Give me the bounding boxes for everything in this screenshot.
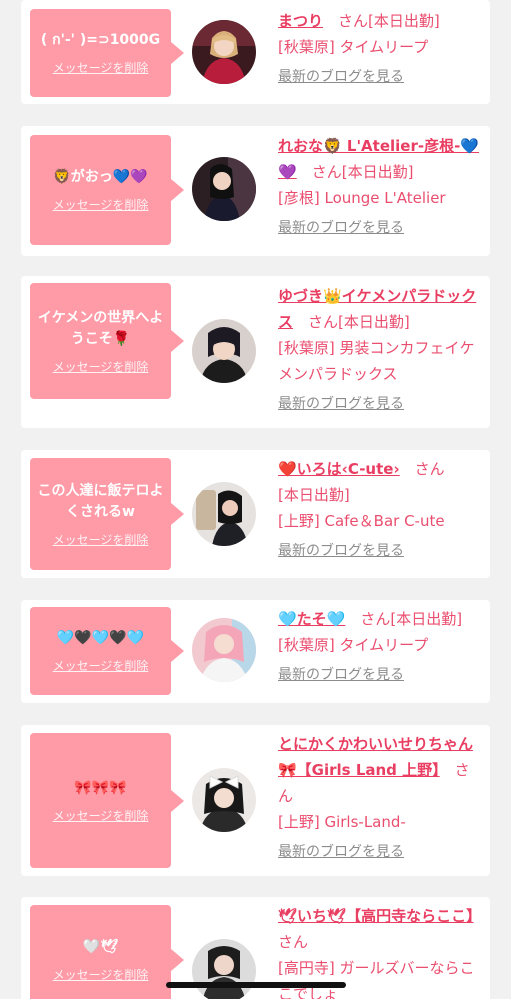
message-bubble: イケメンの世界へようこそ🌹 メッセージを削除 — [30, 283, 184, 399]
avatar[interactable] — [192, 618, 256, 682]
shop-name: [上野] Cafe＆Bar C-ute — [278, 512, 445, 530]
message-bubble: 🤍🕊 メッセージを削除 — [30, 905, 184, 999]
shop-name: [秋葉原] タイムリープ — [278, 636, 429, 654]
avatar[interactable] — [192, 482, 256, 546]
honorific: さん — [278, 933, 309, 951]
following-cast-list: ( ก'-' )=⊃1000G メッセージを削除 まつり さん[本日出勤] [秋… — [0, 0, 511, 999]
work-status: [本日出勤] — [338, 313, 410, 331]
cast-card: この人達に飯テロよくされるw メッセージを削除 ❤️いろは‹C-ute› さん … — [21, 450, 490, 578]
work-status: [本日出勤] — [368, 12, 440, 30]
message-bubble: この人達に飯テロよくされるw メッセージを削除 — [30, 458, 184, 570]
message-bubble: 🎀🎀🎀 メッセージを削除 — [30, 733, 184, 868]
latest-blog-link[interactable]: 最新のブログを見る — [278, 64, 484, 90]
cast-info: ❤️いろは‹C-ute› さん [本日出勤] [上野] Cafe＆Bar C-u… — [278, 456, 484, 564]
cast-info: 🩵たそ🩵 さん[本日出勤] [秋葉原] タイムリープ 最新のブログを見る — [278, 606, 484, 688]
delete-message-link[interactable]: メッセージを削除 — [53, 196, 149, 213]
delete-message-link[interactable]: メッセージを削除 — [53, 966, 149, 983]
avatar[interactable] — [192, 157, 256, 221]
message-text: ( ก'-' )=⊃1000G — [40, 32, 161, 48]
avatar-photo — [192, 768, 256, 832]
work-status: [本日出勤] — [278, 486, 350, 504]
cast-card: ( ก'-' )=⊃1000G メッセージを削除 まつり さん[本日出勤] [秋… — [21, 0, 490, 104]
honorific: さん — [311, 163, 342, 181]
latest-blog-link[interactable]: 最新のブログを見る — [278, 839, 484, 865]
latest-blog-link[interactable]: 最新のブログを見る — [278, 391, 484, 417]
delete-message-link[interactable]: メッセージを削除 — [53, 358, 149, 375]
delete-message-link[interactable]: メッセージを削除 — [53, 657, 149, 674]
delete-message-link[interactable]: メッセージを削除 — [53, 807, 149, 824]
honorific: さん — [414, 460, 445, 478]
avatar[interactable] — [192, 20, 256, 84]
message-text: 🤍🕊 — [82, 939, 119, 955]
cast-info: まつり さん[本日出勤] [秋葉原] タイムリープ 最新のブログを見る — [278, 8, 484, 90]
work-status: [本日出勤] — [390, 610, 463, 628]
message-text: 🩵🖤🩵🖤🩵 — [56, 630, 145, 646]
avatar-photo — [192, 319, 256, 383]
cast-info: とにかくかわいいせりちゃん🎀【Girls Land 上野】 さん [上野] Gi… — [278, 731, 484, 865]
cast-card: 🩵🖤🩵🖤🩵 メッセージを削除 🩵たそ🩵 さん[本日出勤] [秋葉原] タイムリー… — [21, 600, 490, 703]
shop-name: [秋葉原] 男装コンカフェイケメンパラドックス — [278, 339, 475, 383]
honorific: さん — [360, 610, 391, 628]
cast-name-link[interactable]: 🕊いち🕊【高円寺ならここ】 — [278, 907, 474, 925]
avatar-photo — [192, 618, 256, 682]
cast-name-link[interactable]: とにかくかわいいせりちゃん🎀【Girls Land 上野】 — [278, 735, 473, 779]
message-text: 🎀🎀🎀 — [74, 779, 127, 796]
cast-card: 🦁がおっ💙💜 メッセージを削除 れおな🦁 L'Atelier-彦根-💙💜 さん[… — [21, 126, 490, 256]
avatar[interactable] — [192, 939, 256, 999]
shop-name: [秋葉原] タイムリープ — [278, 38, 429, 56]
message-bubble: 🦁がおっ💙💜 メッセージを削除 — [30, 135, 184, 245]
honorific: さん — [308, 313, 339, 331]
shop-name: [彦根] Lounge L'Atelier — [278, 189, 446, 207]
cast-card: 🎀🎀🎀 メッセージを削除 とにかくかわいいせりちゃん🎀【Girls Land 上… — [21, 725, 490, 876]
home-indicator[interactable] — [166, 982, 346, 988]
avatar-photo — [192, 157, 256, 221]
cast-info: ゆづき👑イケメンパラドックス さん[本日出勤] [秋葉原] 男装コンカフェイケメ… — [278, 283, 484, 417]
message-bubble: ( ก'-' )=⊃1000G メッセージを削除 — [30, 9, 184, 97]
cast-card: イケメンの世界へようこそ🌹 メッセージを削除 ゆづき👑イケメンパラドックス さん… — [21, 276, 490, 428]
work-status: [本日出勤] — [341, 163, 414, 181]
cast-info: れおな🦁 L'Atelier-彦根-💙💜 さん[本日出勤] [彦根] Loung… — [278, 133, 484, 241]
message-text: 🦁がおっ💙💜 — [53, 169, 148, 185]
message-text: この人達に飯テロよくされるw — [37, 482, 164, 520]
shop-name: [高円寺] ガールズバーならここでしょ — [278, 959, 475, 999]
avatar-photo — [192, 482, 256, 546]
cast-name-link[interactable]: 🩵たそ🩵 — [278, 610, 345, 628]
avatar[interactable] — [192, 768, 256, 832]
honorific: さん — [338, 12, 369, 30]
message-text: イケメンの世界へようこそ🌹 — [37, 309, 164, 347]
cast-name-link[interactable]: まつり — [278, 12, 323, 30]
delete-message-link[interactable]: メッセージを削除 — [53, 59, 149, 76]
shop-name: [上野] Girls-Land- — [278, 813, 406, 831]
cast-name-link[interactable]: ❤️いろは‹C-ute› — [278, 460, 400, 478]
latest-blog-link[interactable]: 最新のブログを見る — [278, 662, 484, 688]
delete-message-link[interactable]: メッセージを削除 — [53, 531, 149, 548]
latest-blog-link[interactable]: 最新のブログを見る — [278, 538, 484, 564]
avatar-photo — [192, 20, 256, 84]
avatar-photo — [192, 939, 256, 999]
avatar[interactable] — [192, 319, 256, 383]
message-bubble: 🩵🖤🩵🖤🩵 メッセージを削除 — [30, 607, 184, 695]
latest-blog-link[interactable]: 最新のブログを見る — [278, 215, 484, 241]
